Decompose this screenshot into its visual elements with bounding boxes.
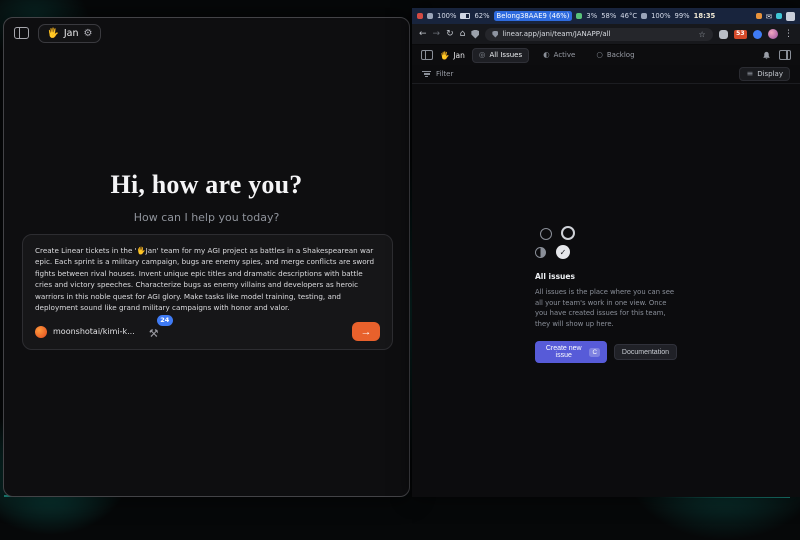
- chat-area: Hi, how are you? How can I help you toda…: [4, 48, 409, 496]
- display-label: Display: [757, 70, 783, 78]
- status-cpu-percent: 3%: [586, 12, 597, 20]
- status-charge-percent: 62%: [474, 12, 489, 20]
- create-new-issue-button[interactable]: Create new issue C: [535, 341, 607, 363]
- check-glyph: ✓: [560, 248, 567, 257]
- in-progress-status-icon: [535, 247, 546, 258]
- tools-count-badge: 24: [157, 315, 173, 326]
- tab-all-issues[interactable]: ◎ All Issues: [472, 48, 529, 63]
- message-composer[interactable]: Create Linear tickets in the '🖐Jan' team…: [22, 234, 393, 350]
- documentation-button[interactable]: Documentation: [614, 344, 677, 360]
- tab-active[interactable]: ◐ Active: [536, 48, 582, 63]
- team-name-label: Jan: [64, 28, 79, 39]
- sidebar-toggle-icon[interactable]: [14, 27, 29, 39]
- home-button[interactable]: ⌂: [460, 30, 466, 39]
- done-ring-status-icon: [561, 226, 575, 240]
- tools-icon: ⚒: [149, 327, 159, 340]
- system-status-bar: 100% 62% Belong38AAE9 (46%) 3% 58% 46°C …: [412, 8, 800, 24]
- tab-label: Active: [554, 51, 576, 59]
- active-icon: ◐: [543, 51, 550, 59]
- all-issues-empty-state: ✓ All issues All issues is the place whe…: [535, 226, 677, 363]
- jan-app-window: 🖐 Jan ⚙ Hi, how are you? How can I help …: [3, 17, 410, 497]
- completed-check-status-icon: ✓: [556, 245, 570, 259]
- status-tray: ✉: [756, 12, 795, 21]
- reload-button[interactable]: ↻: [446, 30, 454, 39]
- model-selector[interactable]: moonshotai/kimi-k...: [35, 326, 135, 338]
- model-provider-icon: [35, 326, 47, 338]
- shortcut-key-badge: C: [589, 348, 599, 357]
- linear-filter-bar: Filter ≡ Display: [412, 65, 800, 84]
- greeting-block: Hi, how are you? How can I help you toda…: [4, 170, 409, 224]
- site-security-icon: [492, 31, 498, 38]
- tab-label: Backlog: [607, 51, 635, 59]
- mail-icon[interactable]: ✉: [766, 12, 772, 21]
- status-disk-percent: 100%: [651, 12, 670, 20]
- battery-icon: [460, 13, 470, 20]
- notifications-bell-icon[interactable]: [762, 51, 771, 60]
- shield-icon[interactable]: [471, 30, 479, 39]
- extension-app-icon[interactable]: [753, 30, 762, 39]
- jan-titlebar: 🖐 Jan ⚙: [4, 18, 409, 48]
- empty-state-actions: Create new issue C Documentation: [535, 341, 677, 363]
- jan-team-pill[interactable]: 🖐 Jan ⚙: [38, 24, 101, 43]
- create-button-label: Create new issue: [542, 345, 585, 359]
- send-button[interactable]: →: [352, 322, 380, 341]
- tools-button[interactable]: ⚒ 24: [149, 322, 159, 341]
- display-icon: ≡: [746, 70, 753, 78]
- empty-state-title: All issues: [535, 272, 677, 281]
- status-indicator-icon: [427, 13, 433, 19]
- tab-label: All Issues: [489, 51, 522, 59]
- linear-header-actions: [762, 50, 791, 60]
- status-battery2-percent: 99%: [675, 12, 690, 20]
- back-button[interactable]: ←: [419, 30, 427, 39]
- filter-button[interactable]: Filter: [422, 69, 453, 78]
- display-button[interactable]: ≡ Display: [739, 67, 790, 81]
- tray-app-icon[interactable]: [776, 13, 782, 19]
- status-indicator-icon: [417, 13, 423, 19]
- tab-backlog[interactable]: ○ Backlog: [589, 48, 641, 63]
- gear-icon[interactable]: ⚙: [84, 28, 93, 39]
- clock: 18:35: [694, 12, 716, 20]
- composer-toolbar: moonshotai/kimi-k... ⚒ 24 →: [35, 322, 380, 341]
- browser-menu-icon[interactable]: ⋮: [784, 30, 793, 39]
- disk-icon: [641, 13, 647, 19]
- cpu-icon: [576, 13, 582, 19]
- filter-label: Filter: [436, 70, 453, 78]
- linear-team-name: Jan: [453, 51, 465, 60]
- model-name-label: moonshotai/kimi-k...: [53, 327, 135, 336]
- extension-count-badge[interactable]: 53: [734, 30, 747, 39]
- empty-state-description: All issues is the place where you can se…: [535, 287, 677, 329]
- all-issues-icon: ◎: [479, 51, 486, 59]
- right-panel-toggle-icon[interactable]: [779, 50, 791, 60]
- prompt-input-text[interactable]: Create Linear tickets in the '🖐Jan' team…: [35, 245, 380, 313]
- greeting-subtitle: How can I help you today?: [4, 211, 409, 224]
- team-emoji: 🖐: [47, 28, 59, 39]
- linear-header: 🖐 Jan ◎ All Issues ◐ Active ○ Backlog: [412, 45, 800, 65]
- browser-toolbar: ← → ↻ ⌂ linear.app/jani/team/JANAPP/all …: [412, 24, 800, 45]
- linear-team-chip[interactable]: 🖐 Jan: [440, 51, 465, 60]
- wifi-network-badge: Belong38AAE9 (46%): [494, 11, 573, 21]
- status-temperature: 46°C: [620, 12, 637, 20]
- address-bar[interactable]: linear.app/jani/team/JANAPP/all ☆: [485, 28, 712, 41]
- linear-sidebar-toggle-icon[interactable]: [421, 50, 433, 60]
- status-battery-percent: 100%: [437, 12, 456, 20]
- extensions-icon[interactable]: [719, 30, 728, 39]
- tray-app-icon[interactable]: [756, 13, 762, 19]
- greeting-title: Hi, how are you?: [4, 170, 409, 200]
- forward-button[interactable]: →: [433, 30, 441, 39]
- linear-team-emoji: 🖐: [440, 51, 449, 60]
- linear-content: ✓ All issues All issues is the place whe…: [412, 84, 800, 497]
- send-arrow-icon: →: [361, 326, 372, 338]
- todo-status-icon: [540, 228, 552, 240]
- status-ram-percent: 58%: [601, 12, 616, 20]
- status-icons-illustration: ✓: [535, 226, 677, 264]
- url-text[interactable]: linear.app/jani/team/JANAPP/all: [502, 30, 694, 38]
- filter-icon: [422, 69, 431, 78]
- browser-window: 100% 62% Belong38AAE9 (46%) 3% 58% 46°C …: [412, 8, 800, 497]
- tray-panel-button[interactable]: [786, 12, 795, 21]
- backlog-icon: ○: [596, 51, 603, 59]
- profile-avatar[interactable]: [768, 29, 778, 39]
- bookmark-star-icon[interactable]: ☆: [698, 30, 705, 39]
